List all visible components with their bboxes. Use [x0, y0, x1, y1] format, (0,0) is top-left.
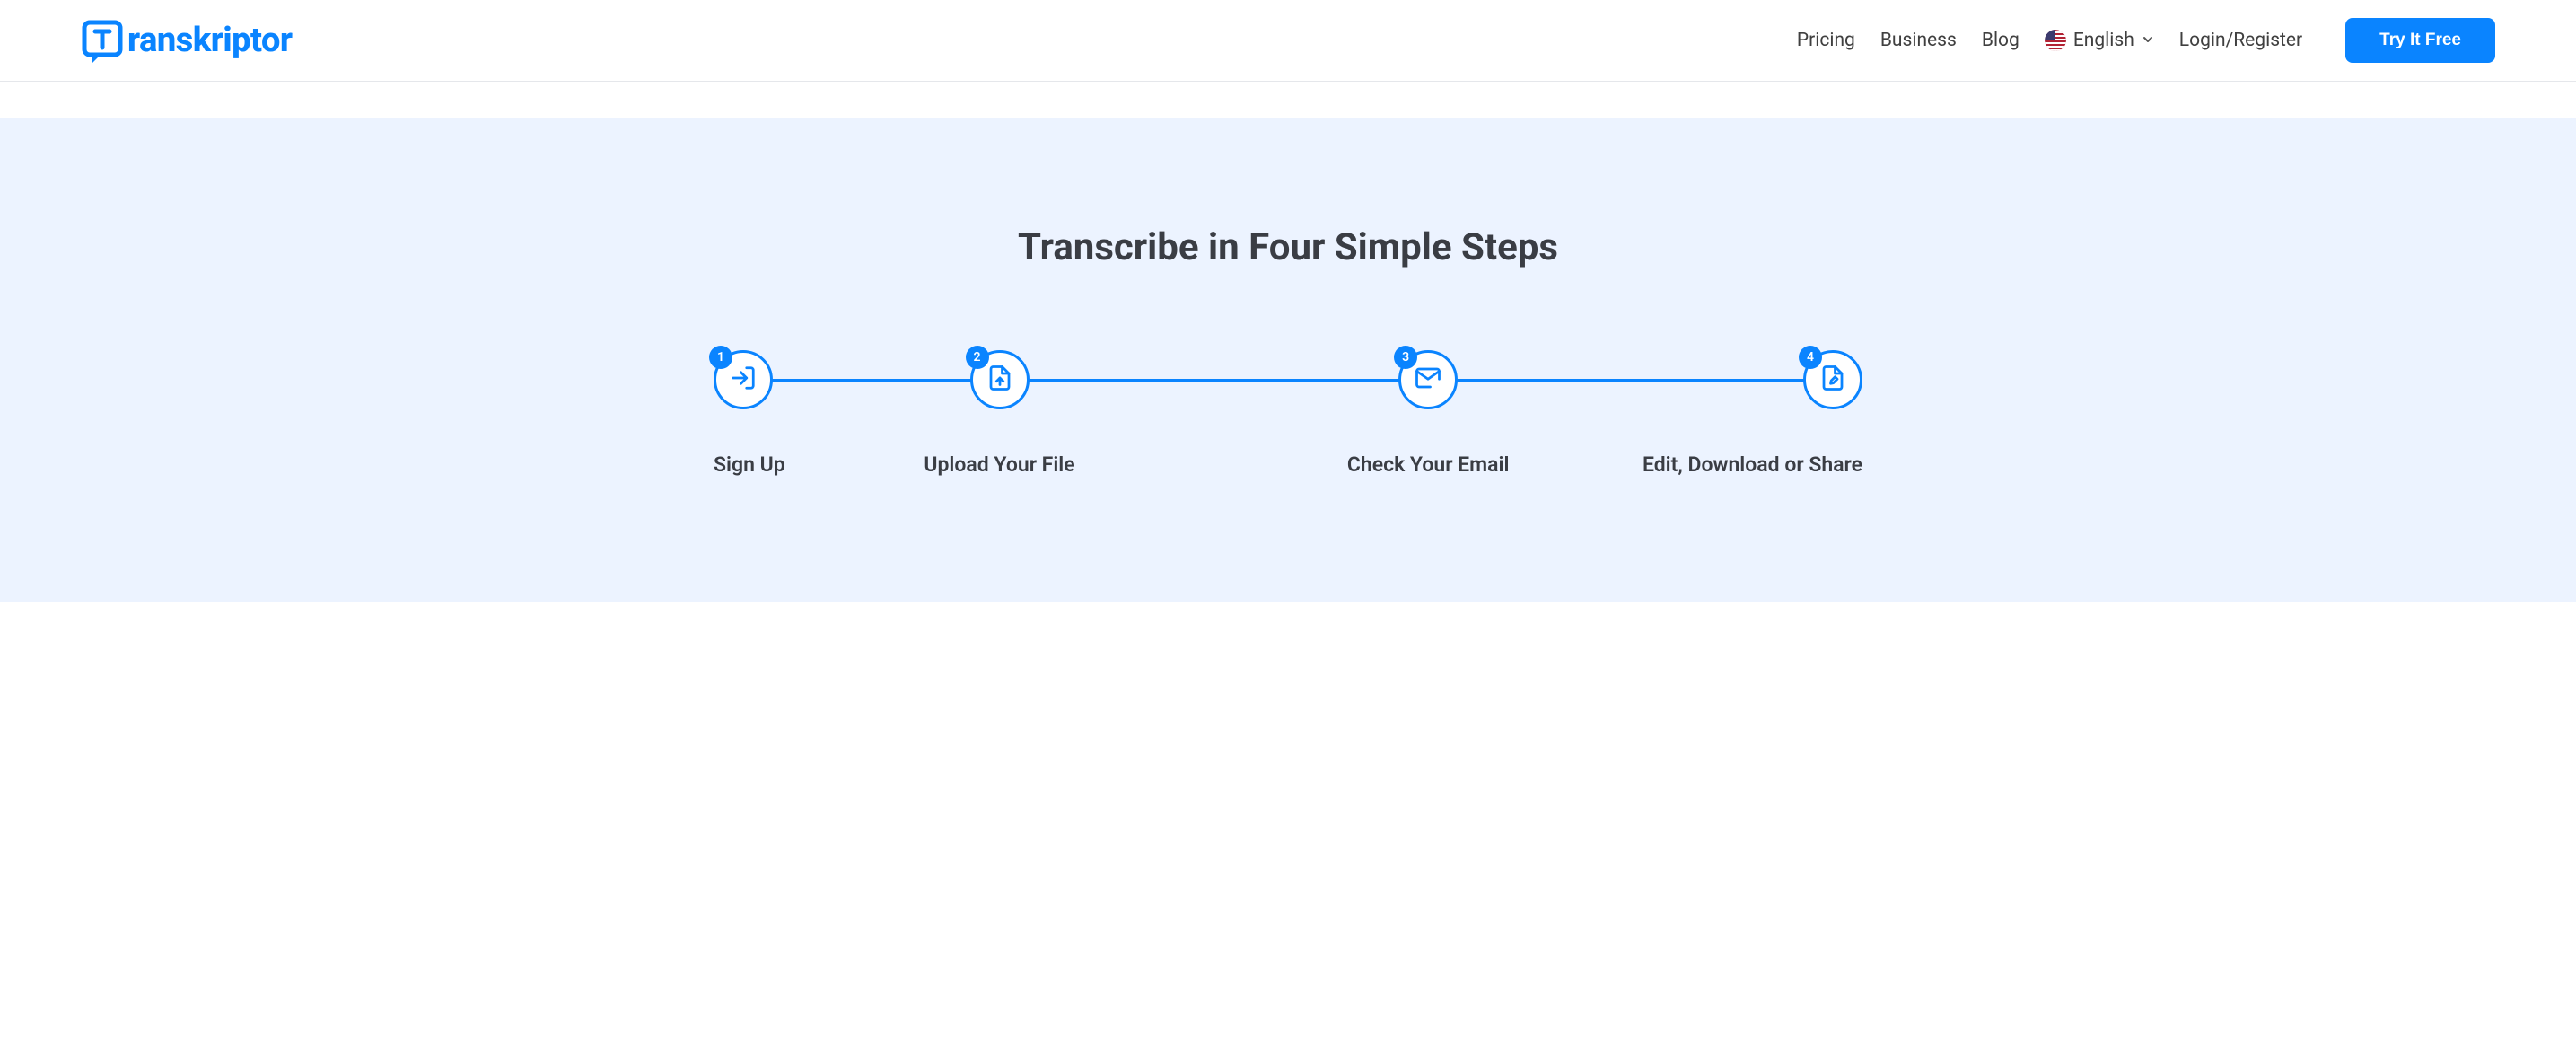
step-3: 3 Check Your Email	[1214, 350, 1643, 477]
step-3-circle: 3	[1398, 350, 1458, 409]
step-2-number: 2	[966, 346, 989, 369]
us-flag-icon	[2045, 30, 2066, 51]
try-free-button[interactable]: Try It Free	[2345, 18, 2495, 63]
step-2-circle: 2	[970, 350, 1030, 409]
upload-file-icon	[986, 364, 1013, 395]
language-label: English	[2073, 30, 2134, 51]
step-3-label: Check Your Email	[1214, 452, 1643, 477]
step-1-label: Sign Up	[714, 452, 785, 477]
step-1-circle: 1	[714, 350, 773, 409]
step-1: 1 Sign Up	[714, 350, 785, 477]
spacer	[0, 82, 2576, 118]
nav-blog[interactable]: Blog	[1982, 30, 2020, 51]
step-2-label: Upload Your File	[785, 452, 1214, 477]
step-4-label: Edit, Download or Share	[1643, 452, 1862, 477]
logo[interactable]: ranskriptor	[81, 19, 293, 62]
main-nav: Pricing Business Blog	[1797, 18, 2495, 63]
logo-text: ranskriptor	[127, 21, 293, 60]
edit-file-icon	[1819, 364, 1846, 395]
nav-login-register[interactable]: Login/Register	[2179, 30, 2302, 51]
step-4: 4 Edit, Download or Share	[1643, 350, 1862, 477]
step-3-number: 3	[1394, 346, 1417, 369]
step-1-number: 1	[709, 346, 732, 369]
header: ranskriptor Pricing Business Blog	[0, 0, 2576, 82]
email-icon	[1415, 364, 1441, 395]
nav-pricing[interactable]: Pricing	[1797, 30, 1855, 51]
steps-section: Transcribe in Four Simple Steps 1 Sign U…	[0, 118, 2576, 602]
step-2: 2 Upload Your File	[785, 350, 1214, 477]
sign-in-icon	[730, 364, 757, 395]
logo-icon	[81, 19, 124, 62]
nav-business[interactable]: Business	[1880, 30, 1957, 51]
language-selector[interactable]: English	[2045, 30, 2154, 51]
chevron-down-icon	[2142, 32, 2154, 49]
section-title: Transcribe in Four Simple Steps	[81, 225, 2495, 269]
steps-container: 1 Sign Up 2	[714, 350, 1862, 477]
step-4-circle: 4	[1803, 350, 1862, 409]
steps-row: 1 Sign Up 2	[714, 350, 1862, 477]
step-4-number: 4	[1799, 346, 1822, 369]
